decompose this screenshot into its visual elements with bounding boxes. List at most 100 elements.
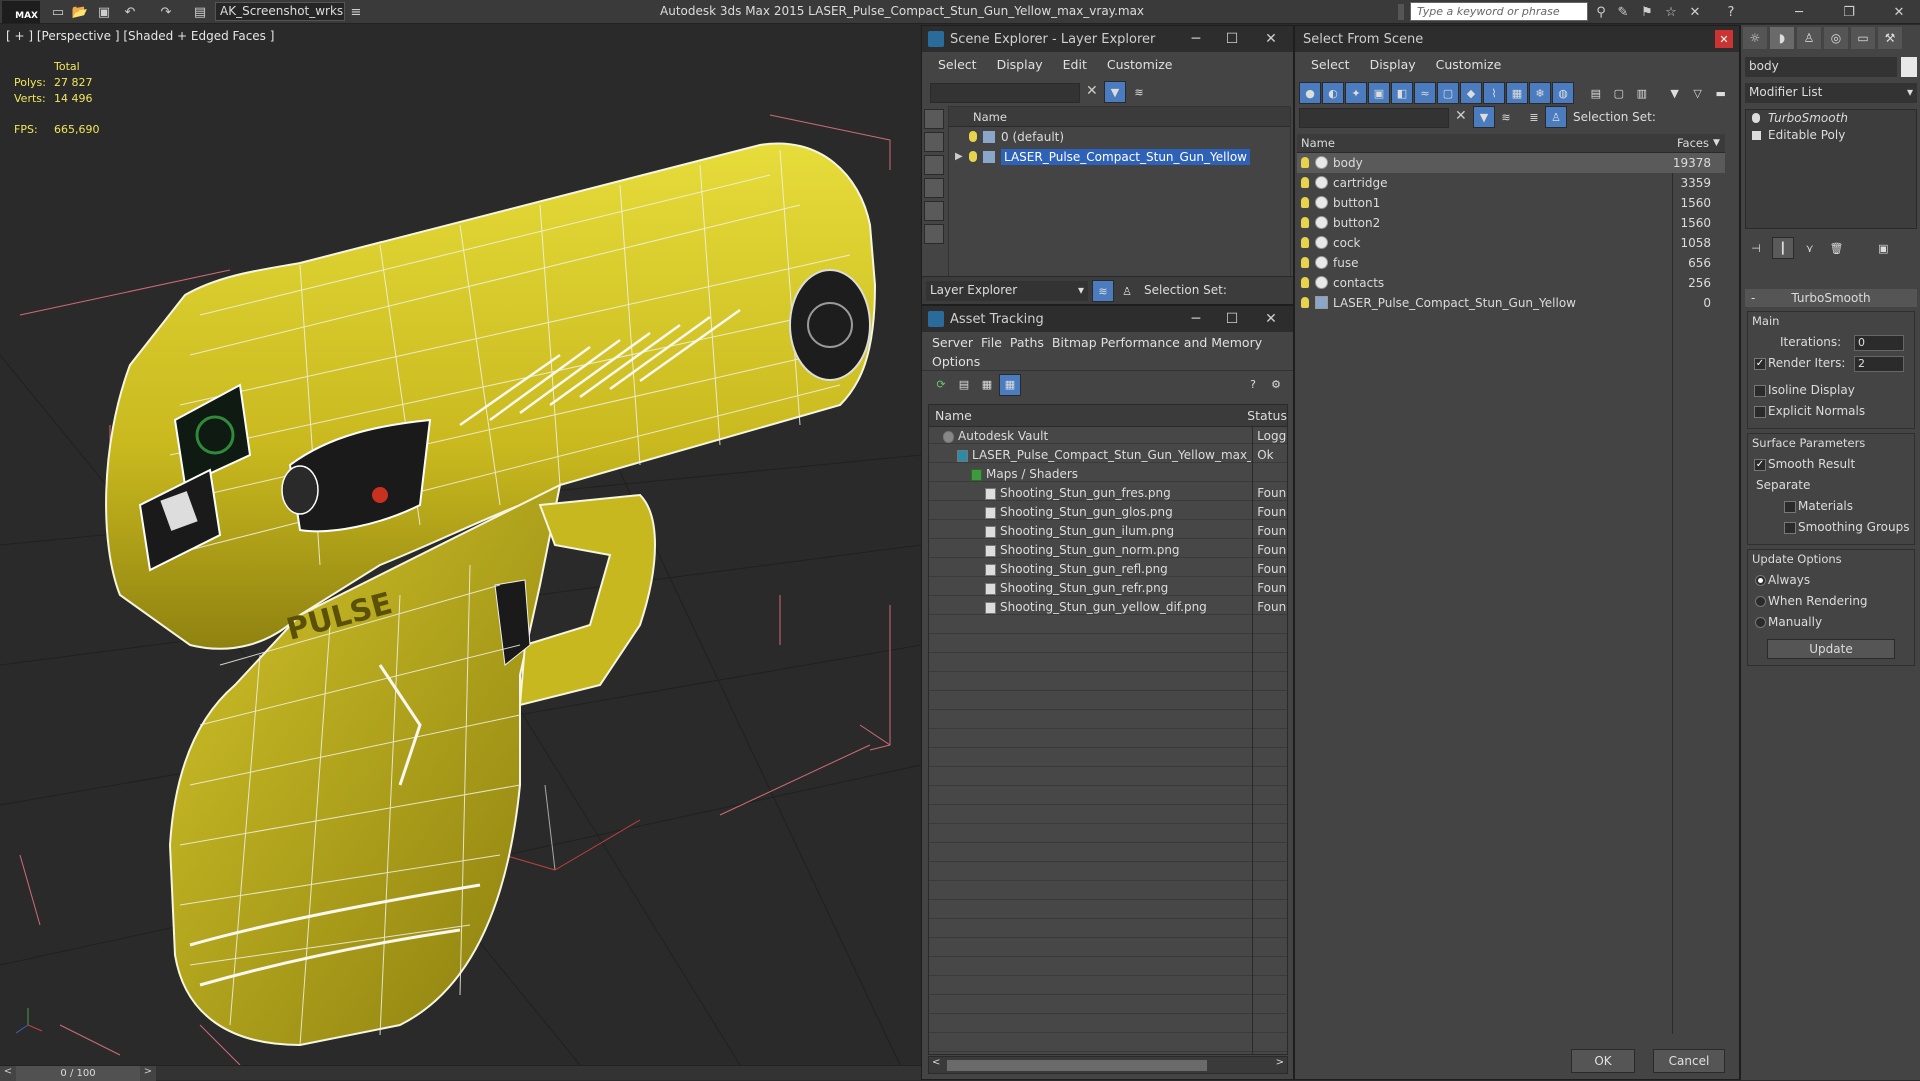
asset-row[interactable]: Shooting_Stun_gun_norm.png Found — [929, 541, 1287, 560]
maximize-icon[interactable]: ☐ — [1218, 308, 1246, 330]
restore-icon[interactable]: ❐ — [1840, 3, 1858, 21]
update-button[interactable]: Update — [1767, 639, 1895, 659]
manually-radio[interactable] — [1755, 617, 1766, 628]
minimize-icon[interactable]: ─ — [1790, 3, 1808, 21]
asset-row[interactable]: Shooting_Stun_gun_refl.png Found — [929, 560, 1287, 579]
scrollbar-thumb[interactable] — [947, 1060, 1207, 1071]
display-cameras-icon[interactable] — [924, 178, 944, 198]
asset-row[interactable]: Shooting_Stun_gun_glos.png Found — [929, 503, 1287, 522]
display-all-icon[interactable]: ▤ — [1585, 82, 1607, 104]
sort-arrow-icon[interactable]: ▼ — [1713, 134, 1720, 153]
col-name-header[interactable]: Name — [1301, 134, 1335, 153]
object-row[interactable]: button2 1560 — [1297, 213, 1725, 233]
xref-filter-icon[interactable]: ◆ — [1460, 82, 1482, 104]
layer-row-stun-gun[interactable]: ▶ LASER_Pulse_Compact_Stun_Gun_Yellow — [949, 147, 1290, 167]
asset-tracking-titlebar[interactable]: Asset Tracking ─ ☐ ✕ — [922, 306, 1293, 332]
helper-filter-icon[interactable]: ◧ — [1391, 82, 1413, 104]
spacewarp-filter-icon[interactable]: ≈ — [1414, 82, 1436, 104]
collapse-icon[interactable]: ▬ — [1710, 82, 1732, 104]
container-filter-icon[interactable]: ▦ — [1506, 82, 1528, 104]
time-slider-thumb[interactable]: 0 / 100 — [16, 1066, 140, 1081]
light-bulb-icon[interactable] — [969, 151, 977, 162]
asset-row[interactable]: Shooting_Stun_gun_ilum.png Found — [929, 522, 1287, 541]
asset-row[interactable]: Shooting_Stun_gun_yellow_dif.png Found — [929, 598, 1287, 617]
redo-icon[interactable]: ↷ — [156, 2, 176, 22]
stack-item-turbosmooth[interactable]: TurboSmooth — [1746, 110, 1916, 127]
light-bulb-icon[interactable] — [1752, 113, 1760, 123]
layer-mode-icon[interactable]: ≋ — [1092, 280, 1114, 302]
col-name-header[interactable]: Name — [929, 405, 1241, 426]
asset-row[interactable]: Maps / Shaders — [929, 465, 1287, 484]
menu-customize[interactable]: Customize — [1436, 57, 1502, 72]
perspective-viewport[interactable]: PULSE [ + ] [Perspective ] [Shaded + Edg… — [0, 25, 921, 1065]
menu-file[interactable]: File — [981, 335, 1002, 350]
stun-gun-model[interactable]: PULSE — [105, 142, 877, 1047]
object-search-field[interactable] — [1299, 108, 1449, 128]
display-tab-icon[interactable]: ▭ — [1851, 27, 1875, 49]
save-icon[interactable]: ▣ — [94, 2, 114, 22]
menu-customize[interactable]: Customize — [1107, 57, 1173, 72]
object-row[interactable]: cartridge 3359 — [1297, 173, 1725, 193]
undo-icon[interactable]: ↶ — [120, 2, 140, 22]
layer-tree-header[interactable]: Name — [949, 107, 1290, 127]
time-next-icon[interactable]: > — [140, 1066, 156, 1081]
minimize-icon[interactable]: ─ — [1182, 28, 1210, 50]
object-color-swatch[interactable] — [1901, 57, 1917, 77]
menu-server[interactable]: Server — [932, 335, 973, 350]
horizontal-scrollbar[interactable]: < > — [928, 1056, 1288, 1074]
list-view-icon[interactable]: ▤ — [953, 374, 975, 396]
project-folder-icon[interactable]: ▤ — [190, 2, 210, 22]
hierarchy-tab-icon[interactable]: ♙ — [1797, 27, 1821, 49]
object-row[interactable]: contacts 256 — [1297, 273, 1725, 293]
display-lights-icon[interactable] — [924, 155, 944, 175]
help-icon[interactable]: ? — [1242, 374, 1264, 396]
light-bulb-icon[interactable] — [1301, 237, 1309, 248]
smoothing-groups-checkbox[interactable] — [1784, 522, 1796, 534]
menu-select[interactable]: Select — [1311, 57, 1350, 72]
filter-icon[interactable]: ▼ — [1473, 106, 1495, 128]
when-rendering-radio[interactable] — [1755, 596, 1766, 607]
filter-icon[interactable]: ▼ — [1104, 81, 1126, 103]
object-row[interactable]: fuse 656 — [1297, 253, 1725, 273]
geometry-filter-icon[interactable]: ● — [1299, 82, 1321, 104]
menu-display[interactable]: Display — [997, 57, 1043, 72]
render-iters-checkbox[interactable]: ✓ — [1754, 358, 1766, 370]
col-faces-header[interactable]: Faces — [1677, 134, 1709, 153]
viewport-label[interactable]: [ + ] [Perspective ] [Shaded + Edged Fac… — [6, 29, 274, 43]
layer-options-icon[interactable]: ≋ — [1495, 106, 1517, 128]
make-unique-icon[interactable]: ⋎ — [1799, 237, 1821, 259]
display-geometry-icon[interactable] — [924, 109, 944, 129]
minimize-icon[interactable]: ─ — [1182, 308, 1210, 330]
close-icon[interactable]: ✕ — [1257, 308, 1285, 330]
pin-stack-icon[interactable]: ⊣ — [1745, 237, 1767, 259]
layers-icon[interactable]: ≣ — [1523, 106, 1545, 128]
explicit-normals-checkbox[interactable] — [1754, 406, 1766, 418]
menu-paths[interactable]: Paths — [1010, 335, 1044, 350]
search-input[interactable]: Type a keyword or phrase — [1410, 2, 1588, 21]
expand-arrow-icon[interactable]: ▶ — [955, 147, 963, 167]
scene-explorer-search-field[interactable] — [930, 83, 1080, 103]
settings-icon[interactable]: ⚙ — [1265, 374, 1287, 396]
stack-item-editable-poly[interactable]: Editable Poly — [1746, 127, 1916, 144]
display-all-icon[interactable] — [924, 224, 944, 244]
layer-options-icon[interactable]: ≋ — [1128, 81, 1150, 103]
object-row[interactable]: body 19378 — [1297, 153, 1725, 173]
close-icon[interactable]: ✕ — [1715, 30, 1733, 48]
subscription-icon[interactable]: ⚑ — [1638, 3, 1656, 21]
shape-filter-icon[interactable]: ◐ — [1322, 82, 1344, 104]
display-shapes-icon[interactable] — [924, 132, 944, 152]
display-none-icon[interactable]: ▢ — [1608, 82, 1630, 104]
clear-icon[interactable]: ✕ — [1455, 108, 1467, 124]
modify-tab-icon[interactable]: ◗ — [1770, 27, 1794, 49]
close-icon[interactable]: ✕ — [1890, 3, 1908, 21]
close-icon[interactable]: ✕ — [1257, 28, 1285, 50]
col-status-header[interactable]: Status — [1241, 405, 1287, 426]
scene-explorer-titlebar[interactable]: Scene Explorer - Layer Explorer ─ ☐ ✕ — [922, 26, 1293, 52]
hidden-filter-icon[interactable]: ◍ — [1552, 82, 1574, 104]
light-bulb-icon[interactable] — [1301, 217, 1309, 228]
create-tab-icon[interactable]: ☼ — [1743, 27, 1767, 49]
open-folder-icon[interactable]: 📂 — [70, 2, 90, 22]
asset-row[interactable]: Shooting_Stun_gun_fres.png Found — [929, 484, 1287, 503]
show-end-result-icon[interactable]: ┃ — [1771, 237, 1794, 259]
asset-row[interactable]: LASER_Pulse_Compact_Stun_Gun_Yellow_max_… — [929, 446, 1287, 465]
